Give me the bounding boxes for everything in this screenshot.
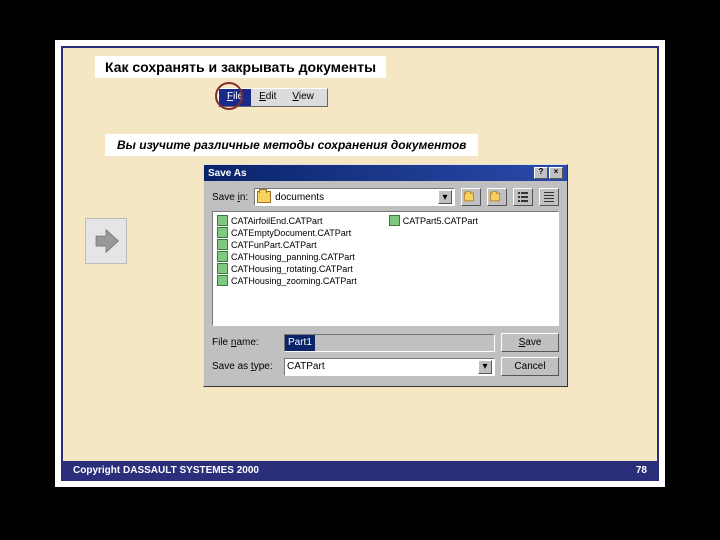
arrow-block	[85, 218, 127, 264]
list-icon	[517, 191, 529, 203]
new-folder-icon	[490, 193, 500, 201]
slide-title: Как сохранять и закрывать документы	[95, 56, 386, 78]
file-listing[interactable]: CATAirfoilEnd.CATPart CATEmptyDocument.C…	[212, 211, 559, 326]
file-column-2: CATPart5.CATPart	[388, 215, 479, 322]
menu-edit[interactable]: Edit	[251, 89, 284, 106]
dialog-titlebar[interactable]: Save As ? ×	[204, 165, 567, 181]
filename-label: File name:	[212, 337, 278, 348]
part-icon	[217, 263, 228, 274]
file-item[interactable]: CATAirfoilEnd.CATPart	[216, 215, 358, 226]
part-icon	[217, 275, 228, 286]
part-icon	[217, 227, 228, 238]
savetype-dropdown[interactable]: CATPart ▾	[284, 358, 495, 376]
close-button[interactable]: ×	[549, 167, 563, 179]
file-item[interactable]: CATEmptyDocument.CATPart	[216, 227, 358, 238]
savein-label: Save in:	[212, 192, 248, 203]
chevron-down-icon: ▾	[478, 360, 492, 374]
part-icon	[217, 251, 228, 262]
file-item[interactable]: CATHousing_zooming.CATPart	[216, 275, 358, 286]
menu-view[interactable]: View	[284, 89, 322, 106]
part-icon	[217, 215, 228, 226]
filename-value: Part1	[285, 335, 315, 351]
save-as-dialog: Save As ? × Save in: documents ▾	[203, 164, 568, 387]
new-folder-button[interactable]	[487, 188, 507, 206]
file-item[interactable]: CATFunPart.CATPart	[216, 239, 358, 250]
slide-footer: Copyright DASSAULT SYSTEMES 2000 78	[63, 461, 657, 479]
help-button[interactable]: ?	[534, 167, 548, 179]
highlight-circle	[215, 82, 243, 110]
filename-input[interactable]: Part1	[284, 334, 495, 352]
folder-icon	[257, 191, 271, 203]
slide: Как сохранять и закрывать документы File…	[61, 46, 659, 481]
chevron-down-icon: ▾	[438, 190, 452, 204]
dialog-title: Save As	[208, 168, 533, 179]
details-icon	[543, 191, 555, 203]
list-view-button[interactable]	[513, 188, 533, 206]
part-icon	[389, 215, 400, 226]
file-item[interactable]: CATHousing_rotating.CATPart	[216, 263, 358, 274]
savetype-value: CATPart	[287, 361, 325, 372]
slide-subtitle: Вы изучите различные методы сохранения д…	[105, 134, 478, 156]
save-button[interactable]: Save	[501, 333, 559, 352]
savein-dropdown[interactable]: documents ▾	[254, 188, 455, 206]
details-view-button[interactable]	[539, 188, 559, 206]
up-folder-button[interactable]	[461, 188, 481, 206]
file-column-1: CATAirfoilEnd.CATPart CATEmptyDocument.C…	[216, 215, 358, 322]
copyright: Copyright DASSAULT SYSTEMES 2000	[73, 465, 259, 476]
file-item[interactable]: CATPart5.CATPart	[388, 215, 479, 226]
savein-value: documents	[275, 192, 324, 203]
savetype-label: Save as type:	[212, 361, 278, 372]
file-item[interactable]: CATHousing_panning.CATPart	[216, 251, 358, 262]
arrow-right-icon	[91, 226, 121, 256]
cancel-button[interactable]: Cancel	[501, 357, 559, 376]
folder-up-icon	[464, 193, 474, 201]
part-icon	[217, 239, 228, 250]
page-number: 78	[636, 465, 647, 476]
